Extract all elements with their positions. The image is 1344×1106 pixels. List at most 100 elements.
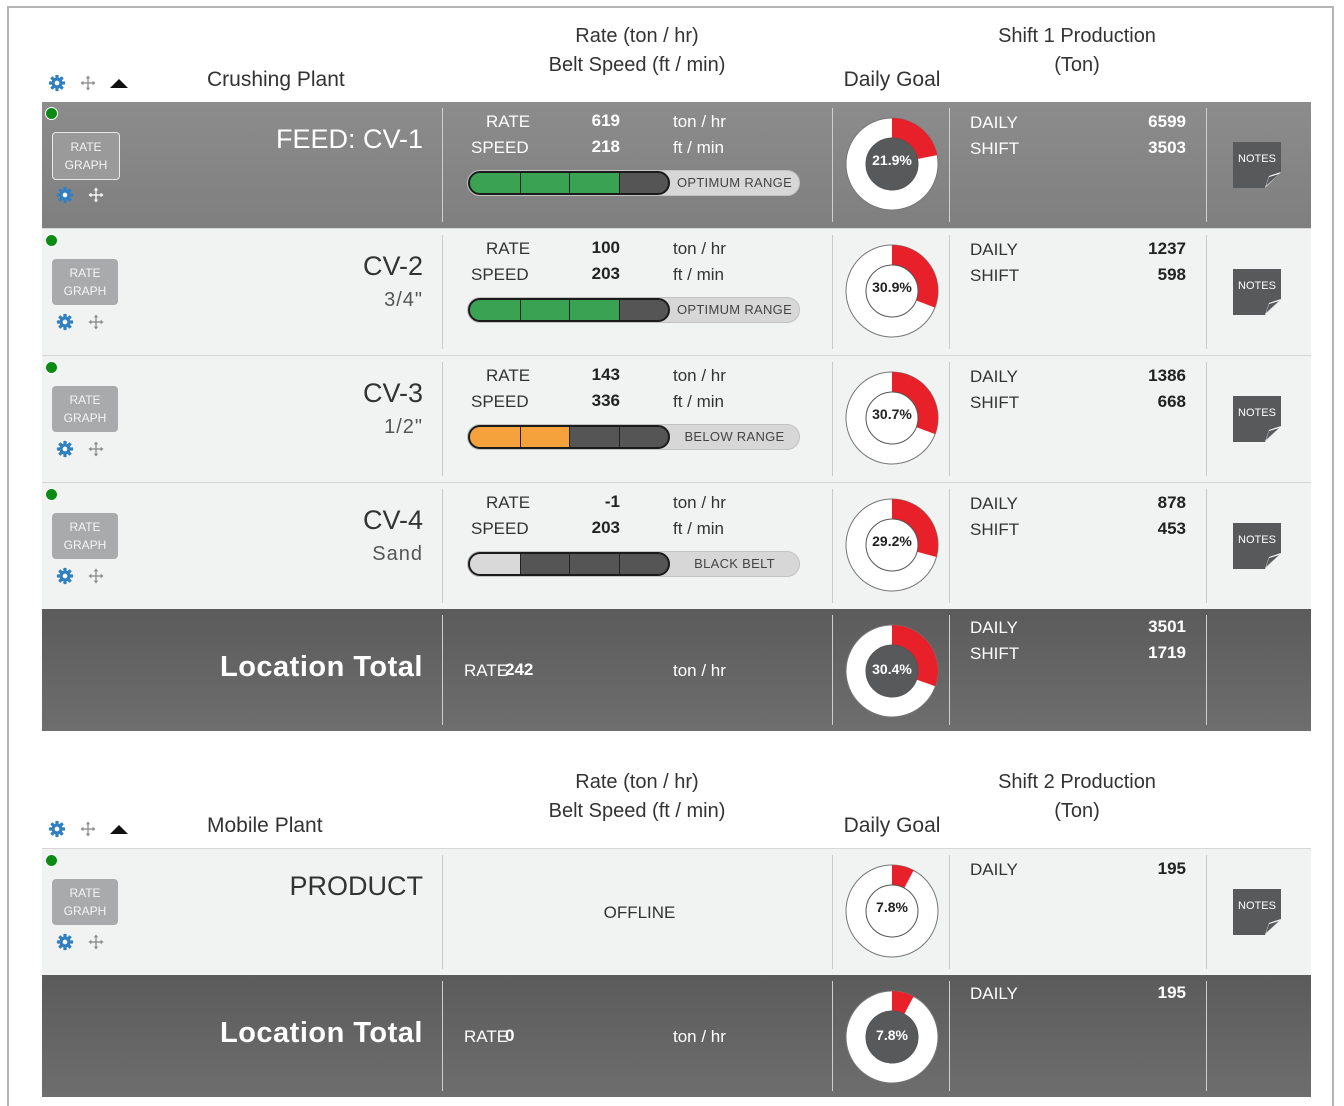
rate-graph-button[interactable]: RATE GRAPH <box>52 879 118 925</box>
notes-button[interactable]: NOTES <box>1233 889 1281 935</box>
shift-value: 3503 <box>1148 138 1186 157</box>
belt-range-bar: OPTIMUM RANGE <box>467 297 800 323</box>
shift-value: 1719 <box>1148 643 1186 662</box>
column-divider <box>442 108 443 222</box>
move-icon[interactable] <box>88 314 104 330</box>
gear-icon[interactable] <box>56 933 74 951</box>
row-controls <box>56 933 104 951</box>
status-dot-icon <box>45 488 58 501</box>
daily-value: 195 <box>1157 859 1186 878</box>
notes-button[interactable]: NOTES <box>1233 269 1281 315</box>
speed-unit: ft / min <box>673 519 725 538</box>
daily-label: DAILY <box>970 860 1018 879</box>
gear-icon[interactable] <box>56 313 74 331</box>
column-divider <box>949 981 950 1091</box>
rate-unit: ton / hr <box>673 661 726 680</box>
rate-value: 143 <box>591 365 620 384</box>
goal-percent: 30.7% <box>872 406 912 422</box>
rate-graph-label: RATE <box>69 886 101 900</box>
column-divider <box>949 235 950 349</box>
notes-button[interactable]: NOTES <box>1233 142 1281 188</box>
status-dot-icon <box>45 361 58 374</box>
speed-label: SPEED <box>471 519 529 538</box>
rate-label: RATE <box>486 366 531 385</box>
bar-segment <box>569 427 570 447</box>
move-icon[interactable] <box>88 187 104 203</box>
conveyor-row: RATE GRAPH CV-4 Sand RATE -1 ton / hr SPEED 203 f… <box>42 482 1311 609</box>
gear-icon[interactable] <box>56 440 74 458</box>
gear-icon[interactable] <box>56 567 74 585</box>
daily-label: DAILY <box>970 113 1018 132</box>
rate-graph-button[interactable]: RATE GRAPH <box>52 513 118 559</box>
bar-segment <box>618 173 620 193</box>
conveyor-row: RATE GRAPH PRODUCT OFFLINE 7.8% DAILY 195 NOTES <box>42 848 1311 975</box>
status-dot-icon <box>45 107 58 120</box>
move-icon[interactable] <box>80 75 96 91</box>
shift-value: 598 <box>1157 265 1186 284</box>
column-divider <box>1206 235 1207 349</box>
notes-label: NOTES <box>1238 153 1276 165</box>
conveyor-name: CV-3 <box>362 378 423 408</box>
column-divider <box>949 489 950 603</box>
plant-header: Crushing Plant Rate (ton / hr) Belt Speed … <box>42 20 1311 102</box>
notes-button[interactable]: NOTES <box>1233 523 1281 569</box>
speed-value: 336 <box>591 391 620 410</box>
speed-unit: ft / min <box>673 138 725 157</box>
conveyor-name: CV-2 <box>362 251 423 281</box>
rate-graph-label: GRAPH <box>63 538 107 552</box>
rate-unit: ton / hr <box>673 366 726 385</box>
belt-range-status: OPTIMUM RANGE <box>676 175 793 190</box>
rate-label: RATE <box>486 112 531 131</box>
move-icon[interactable] <box>80 821 96 837</box>
column-divider <box>832 108 833 222</box>
goal-percent: 7.8% <box>876 899 908 915</box>
conveyor-row: RATE GRAPH FEED: CV-1 RATE 619 ton / hr SPEED 2… <box>42 102 1311 228</box>
column-divider <box>442 362 443 476</box>
belt-range-bar: BLACK BELT <box>467 551 800 577</box>
column-divider <box>1206 362 1207 476</box>
goal-percent: 30.4% <box>872 661 912 677</box>
row-controls <box>56 313 104 331</box>
bar-segment <box>618 300 620 320</box>
caret-up-icon[interactable] <box>110 824 128 834</box>
move-icon[interactable] <box>88 934 104 950</box>
header-controls <box>48 820 128 838</box>
rate-header: Rate (ton / hr) <box>575 25 699 47</box>
material-size: Sand <box>372 543 423 565</box>
daily-label: DAILY <box>970 618 1018 637</box>
move-icon[interactable] <box>88 441 104 457</box>
rate-unit: ton / hr <box>673 239 726 258</box>
column-divider <box>949 362 950 476</box>
column-divider <box>949 108 950 222</box>
column-divider <box>1206 489 1207 603</box>
notes-button[interactable]: NOTES <box>1233 396 1281 442</box>
gear-icon[interactable] <box>48 820 66 838</box>
shift-production-header: Shift 1 Production <box>998 25 1156 47</box>
row-controls <box>56 567 104 585</box>
column-divider <box>1206 981 1207 1091</box>
rate-unit: ton / hr <box>673 112 726 131</box>
belt-range-track <box>468 425 670 449</box>
goal-percent: 30.9% <box>872 279 912 295</box>
column-divider <box>1206 108 1207 222</box>
gear-icon[interactable] <box>48 74 66 92</box>
column-divider <box>442 489 443 603</box>
speed-unit: ft / min <box>673 392 725 411</box>
shift-label: SHIFT <box>970 520 1020 539</box>
column-divider <box>832 362 833 476</box>
rate-graph-button[interactable]: RATE GRAPH <box>52 259 118 305</box>
move-icon[interactable] <box>88 568 104 584</box>
column-divider <box>442 235 443 349</box>
column-divider <box>949 615 950 725</box>
gear-icon[interactable] <box>56 186 74 204</box>
rate-graph-button[interactable]: RATE GRAPH <box>52 386 118 432</box>
rate-graph-button[interactable]: RATE GRAPH <box>52 132 120 180</box>
daily-value: 1237 <box>1148 239 1186 258</box>
header-controls <box>48 74 128 92</box>
notes-label: NOTES <box>1238 534 1276 546</box>
caret-up-icon[interactable] <box>110 78 128 88</box>
daily-value: 878 <box>1157 493 1186 512</box>
speed-value: 203 <box>591 264 620 283</box>
column-divider <box>1206 615 1207 725</box>
belt-range-track <box>468 552 670 576</box>
